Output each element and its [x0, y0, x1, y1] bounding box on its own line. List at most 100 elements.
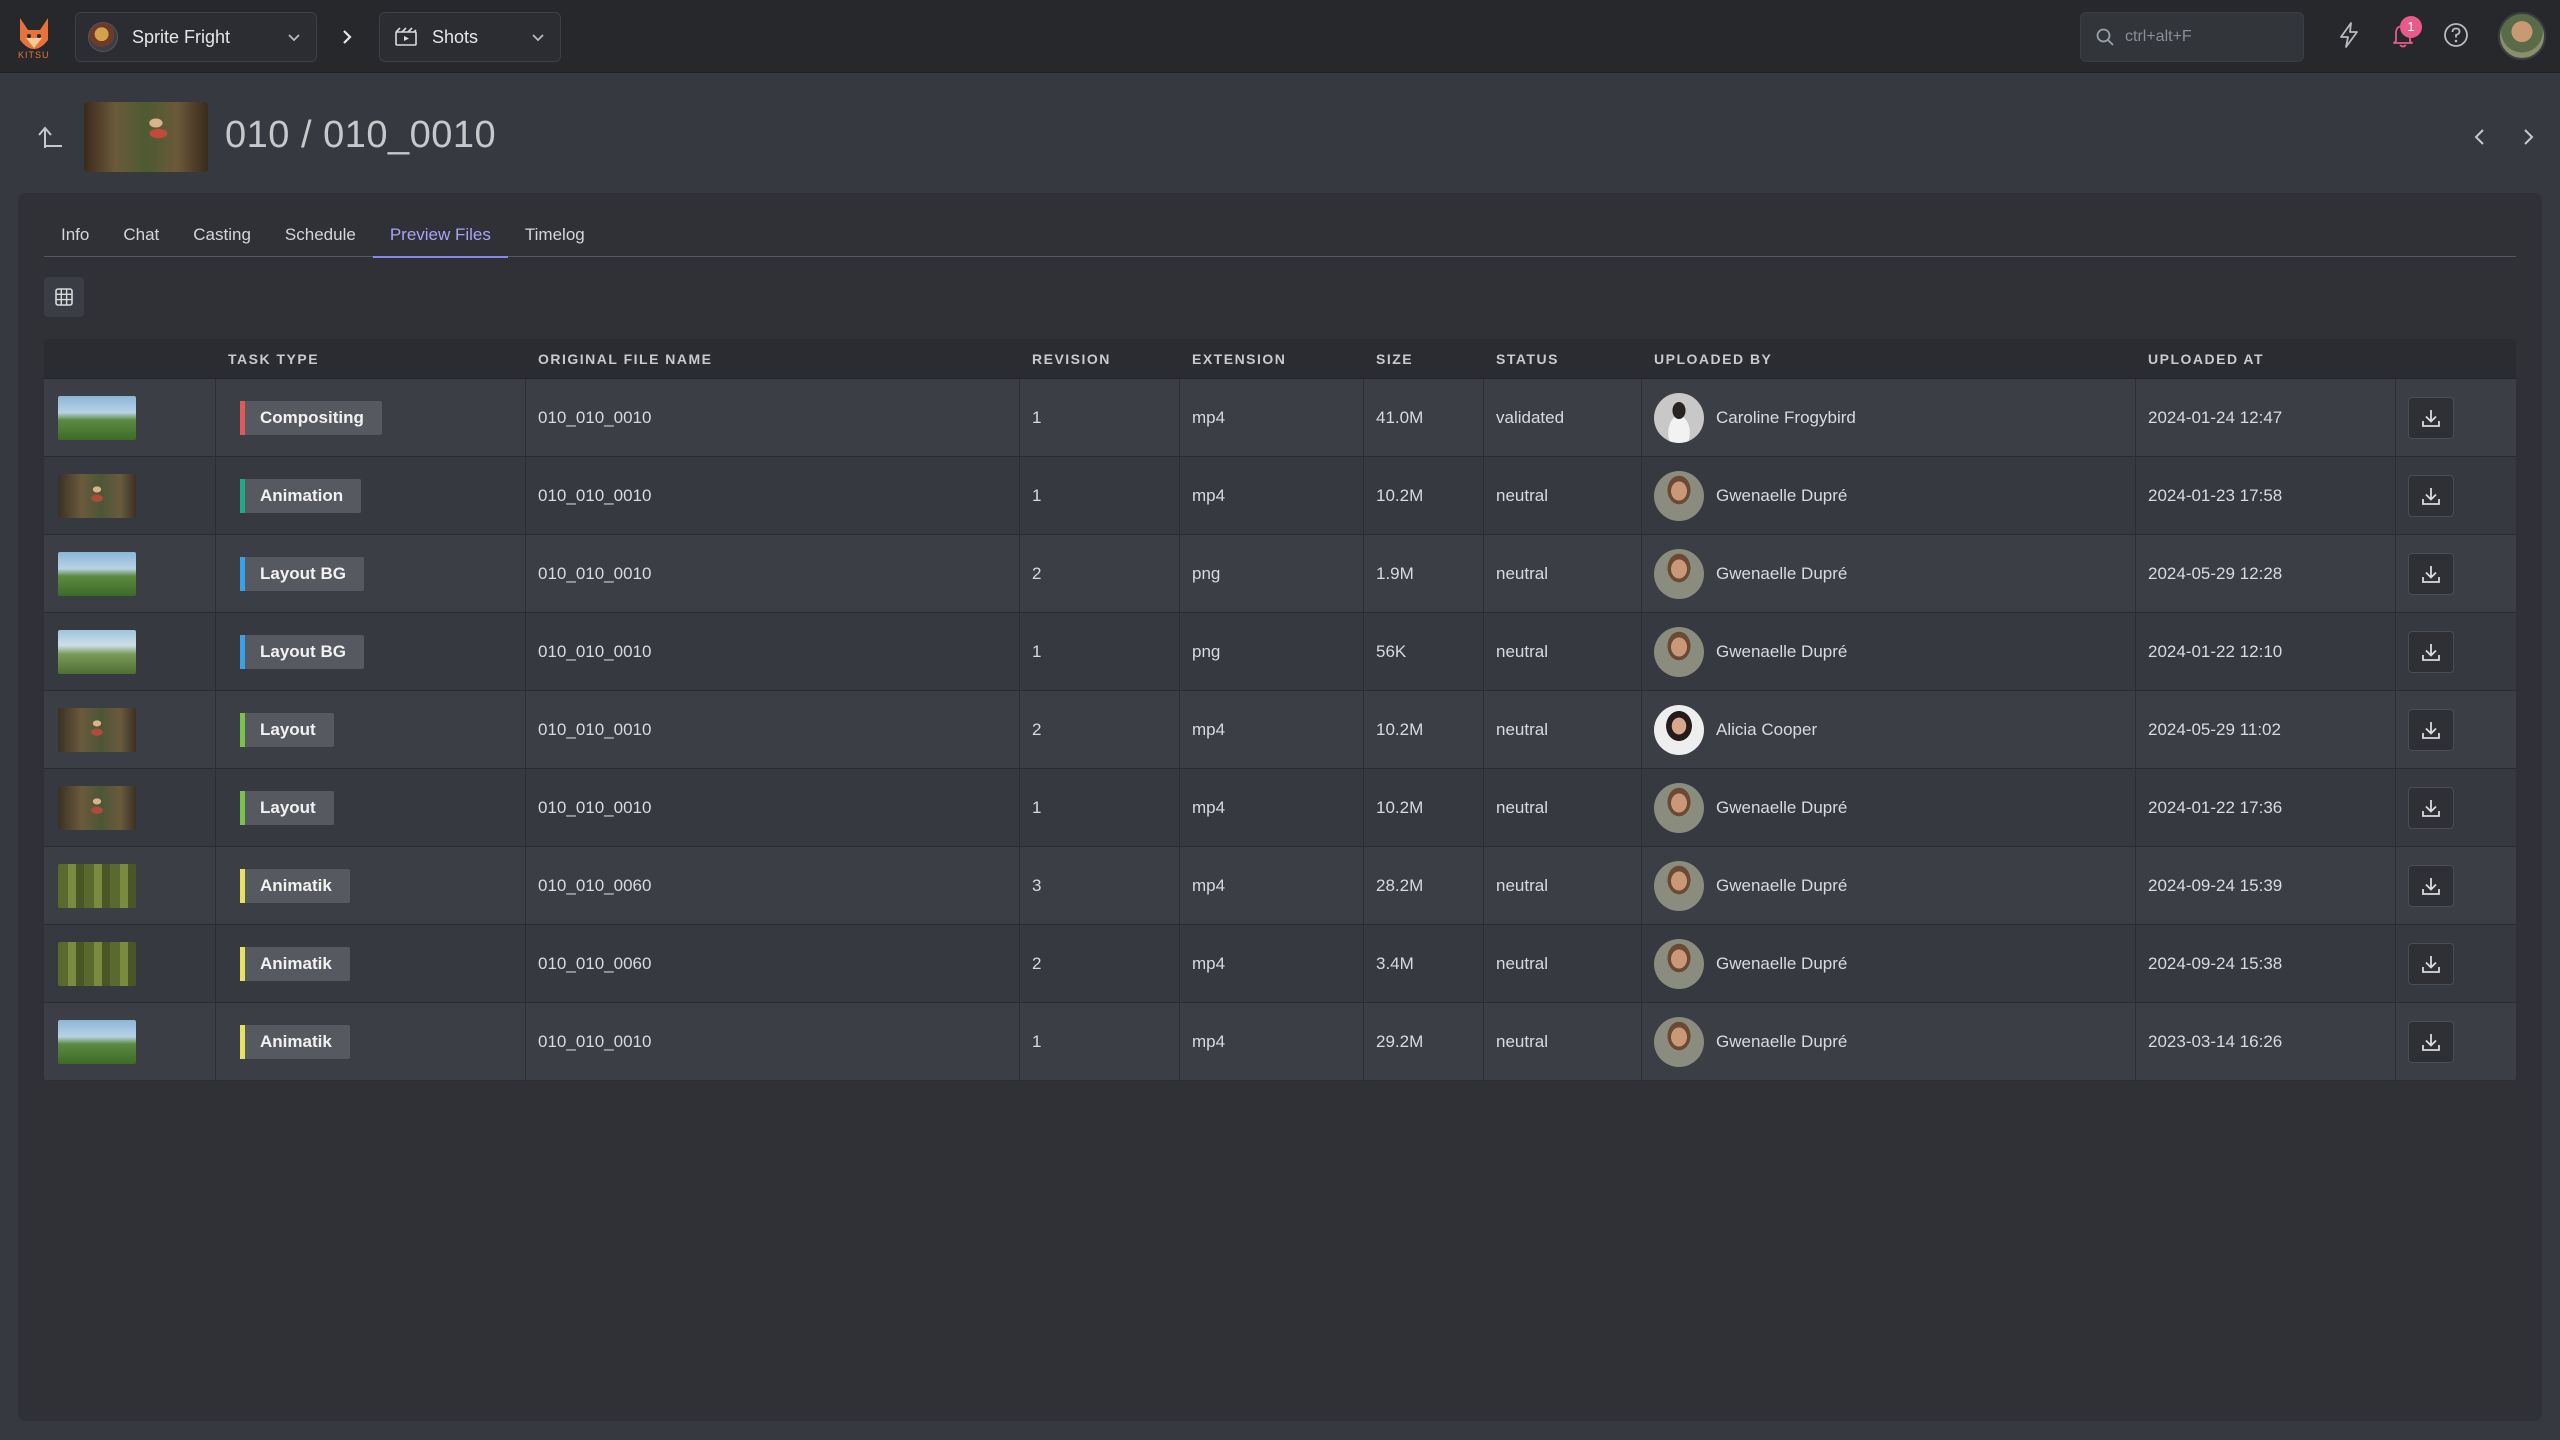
size-cell: 1.9M [1364, 535, 1484, 612]
size-cell: 3.4M [1364, 925, 1484, 1002]
file-name-cell: 010_010_0060 [526, 925, 1020, 1002]
uploader-name: Gwenaelle Dupré [1716, 641, 1848, 661]
notification-badge: 1 [2400, 16, 2422, 38]
user-avatar[interactable] [2498, 12, 2546, 60]
preview-thumbnail[interactable] [58, 395, 136, 440]
avatar [1654, 860, 1704, 911]
lightning-icon[interactable] [2334, 20, 2364, 50]
chevron-right-icon [343, 30, 352, 44]
grid-icon [55, 288, 73, 306]
previous-shot-icon[interactable] [2468, 122, 2492, 152]
film-icon [395, 27, 417, 46]
avatar [1654, 548, 1704, 599]
download-cell [2396, 457, 2516, 534]
task-type-badge: Layout BG [240, 556, 364, 591]
table-row[interactable]: Animatik 010_010_0010 1 mp4 29.2M neutral Gwen… [44, 1003, 2516, 1081]
extension-cell: mp4 [1180, 847, 1364, 924]
uploader-name: Caroline Frogybird [1716, 407, 1856, 427]
back-arrow-icon[interactable] [36, 122, 66, 152]
task-type-cell: Layout BG [216, 535, 526, 612]
file-name-cell: 010_010_0010 [526, 613, 1020, 690]
table-row[interactable]: Layout BG 010_010_0010 2 png 1.9M neutral Gwen… [44, 535, 2516, 613]
page-title: 010 / 010_0010 [225, 114, 497, 156]
revision-cell: 1 [1020, 457, 1180, 534]
task-type-badge: Animation [240, 478, 362, 513]
section-selector[interactable]: Shots [379, 12, 561, 62]
revision-cell: 1 [1020, 613, 1180, 690]
download-button[interactable] [2408, 864, 2454, 907]
uploader-name: Gwenaelle Dupré [1716, 1031, 1848, 1051]
uploaded-by-cell: Gwenaelle Dupré [1642, 769, 2136, 846]
uploader-name: Gwenaelle Dupré [1716, 953, 1848, 973]
table-row[interactable]: Compositing 010_010_0010 1 mp4 41.0M validate… [44, 379, 2516, 457]
view-toggle-button[interactable] [44, 277, 84, 317]
uploader-name: Gwenaelle Dupré [1716, 797, 1848, 817]
preview-thumbnail[interactable] [58, 473, 136, 518]
chevron-down-icon [288, 34, 300, 42]
uploader-name: Gwenaelle Dupré [1716, 875, 1848, 895]
uploaded-by-cell: Alicia Cooper [1642, 691, 2136, 768]
main-panel: Info Chat Casting Schedule Preview Files Time… [18, 193, 2542, 1421]
task-type-cell: Layout BG [216, 613, 526, 690]
download-button[interactable] [2408, 942, 2454, 985]
download-cell [2396, 847, 2516, 924]
tab-timelog[interactable]: Timelog [508, 213, 602, 257]
table-row[interactable]: Animatik 010_010_0060 3 mp4 28.2M neutral Gwen… [44, 847, 2516, 925]
size-cell: 10.2M [1364, 769, 1484, 846]
file-name-cell: 010_010_0010 [526, 1003, 1020, 1080]
revision-cell: 1 [1020, 379, 1180, 456]
task-type-cell: Compositing [216, 379, 526, 456]
preview-thumbnail[interactable] [58, 551, 136, 596]
table-row[interactable]: Layout 010_010_0010 1 mp4 10.2M neutral Gwenae… [44, 769, 2516, 847]
table-row[interactable]: Layout 010_010_0010 2 mp4 10.2M neutral Alicia… [44, 691, 2516, 769]
tab-info[interactable]: Info [44, 213, 106, 257]
download-button[interactable] [2408, 1020, 2454, 1063]
table-body: Compositing 010_010_0010 1 mp4 41.0M validate… [44, 379, 2516, 1081]
download-button[interactable] [2408, 630, 2454, 673]
download-button[interactable] [2408, 396, 2454, 439]
search-box[interactable] [2080, 12, 2304, 62]
table-row[interactable]: Layout BG 010_010_0010 1 png 56K neutral Gwena… [44, 613, 2516, 691]
preview-thumbnail[interactable] [58, 863, 136, 908]
tab-chat[interactable]: Chat [106, 213, 176, 257]
production-selector[interactable]: Sprite Fright [75, 12, 317, 62]
preview-thumbnail[interactable] [58, 785, 136, 830]
tab-schedule[interactable]: Schedule [268, 213, 373, 257]
uploaded-at-cell: 2024-01-22 17:36 [2136, 769, 2396, 846]
preview-thumbnail[interactable] [58, 1019, 136, 1064]
help-icon[interactable] [2441, 20, 2471, 50]
tab-casting[interactable]: Casting [176, 213, 268, 257]
extension-cell: mp4 [1180, 769, 1364, 846]
status-cell: neutral [1484, 925, 1642, 1002]
revision-cell: 2 [1020, 535, 1180, 612]
preview-thumbnail[interactable] [58, 629, 136, 674]
avatar [1654, 470, 1704, 521]
file-name-cell: 010_010_0010 [526, 457, 1020, 534]
download-cell [2396, 1003, 2516, 1080]
download-icon [2422, 877, 2440, 895]
download-icon [2422, 643, 2440, 661]
status-cell: neutral [1484, 691, 1642, 768]
thumbnail-cell [44, 613, 216, 690]
preview-thumbnail[interactable] [58, 941, 136, 986]
uploaded-by-cell: Gwenaelle Dupré [1642, 1003, 2136, 1080]
search-input[interactable] [2125, 28, 2285, 46]
download-button[interactable] [2408, 786, 2454, 829]
extension-cell: png [1180, 535, 1364, 612]
preview-thumbnail[interactable] [58, 707, 136, 752]
download-button[interactable] [2408, 552, 2454, 595]
top-bar: KITSU Sprite Fright Shots 1 [0, 0, 2560, 73]
task-type-cell: Layout [216, 769, 526, 846]
chevron-down-icon [532, 34, 544, 42]
download-button[interactable] [2408, 474, 2454, 517]
column-header-uploaded-by: Uploaded By [1654, 350, 1773, 367]
column-header-task-type: Task Type [228, 350, 320, 367]
task-type-cell: Animation [216, 457, 526, 534]
table-row[interactable]: Animation 010_010_0010 1 mp4 10.2M neutral Gwe… [44, 457, 2516, 535]
preview-files-table: Task Type Original File Name Revision Exten… [44, 339, 2516, 1081]
next-shot-icon[interactable] [2516, 122, 2540, 152]
tab-preview-files[interactable]: Preview Files [372, 213, 509, 258]
table-row[interactable]: Animatik 010_010_0060 2 mp4 3.4M neutral Gwena… [44, 925, 2516, 1003]
download-button[interactable] [2408, 708, 2454, 751]
task-type-cell: Animatik [216, 847, 526, 924]
